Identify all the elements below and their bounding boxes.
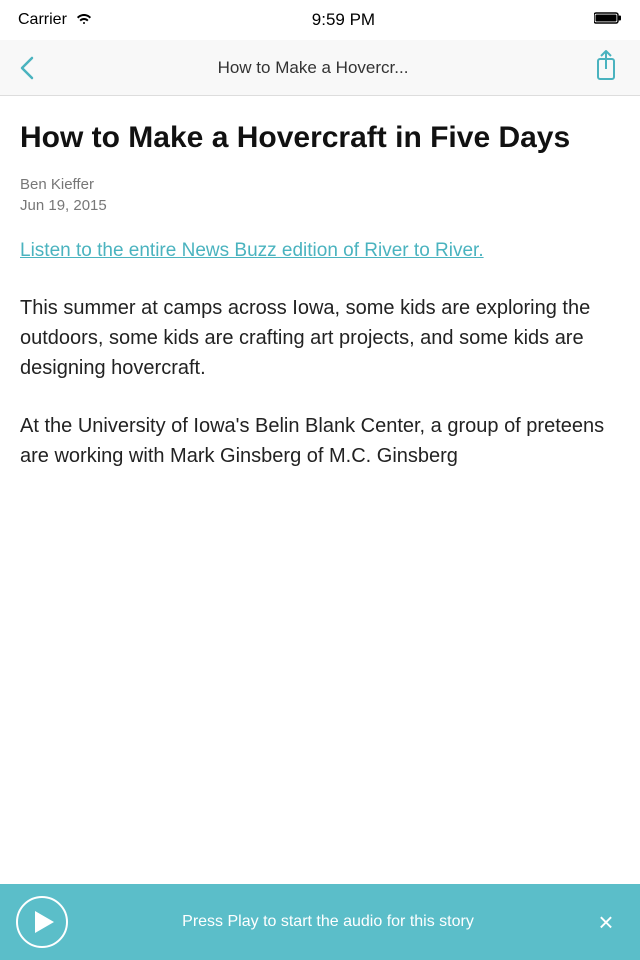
carrier-label: Carrier	[18, 11, 67, 29]
status-right	[594, 11, 622, 30]
play-button[interactable]	[16, 896, 68, 948]
audio-player-bar: Press Play to start the audio for this s…	[0, 884, 640, 960]
article-paragraph-1: This summer at camps across Iowa, some k…	[20, 293, 620, 383]
status-time: 9:59 PM	[93, 10, 594, 30]
play-icon	[35, 911, 54, 933]
audio-close-button[interactable]: ×	[588, 904, 624, 940]
article-body: This summer at camps across Iowa, some k…	[20, 293, 620, 471]
wifi-icon	[75, 11, 93, 30]
battery-icon	[594, 11, 622, 30]
close-icon: ×	[598, 909, 613, 935]
back-button[interactable]	[12, 48, 42, 88]
article-date: Jun 19, 2015	[20, 197, 620, 214]
audio-player-text: Press Play to start the audio for this s…	[68, 911, 588, 933]
article-content: How to Make a Hovercraft in Five Days Be…	[0, 96, 640, 499]
article-title: How to Make a Hovercraft in Five Days	[20, 120, 620, 156]
share-button[interactable]	[584, 41, 628, 94]
article-link[interactable]: Listen to the entire News Buzz edition o…	[20, 238, 620, 265]
status-bar: Carrier 9:59 PM	[0, 0, 640, 40]
article-paragraph-2: At the University of Iowa's Belin Blank …	[20, 411, 620, 471]
nav-title: How to Make a Hovercr...	[42, 58, 584, 78]
nav-bar: How to Make a Hovercr...	[0, 40, 640, 96]
article-author: Ben Kieffer	[20, 176, 620, 193]
status-left: Carrier	[18, 11, 93, 30]
